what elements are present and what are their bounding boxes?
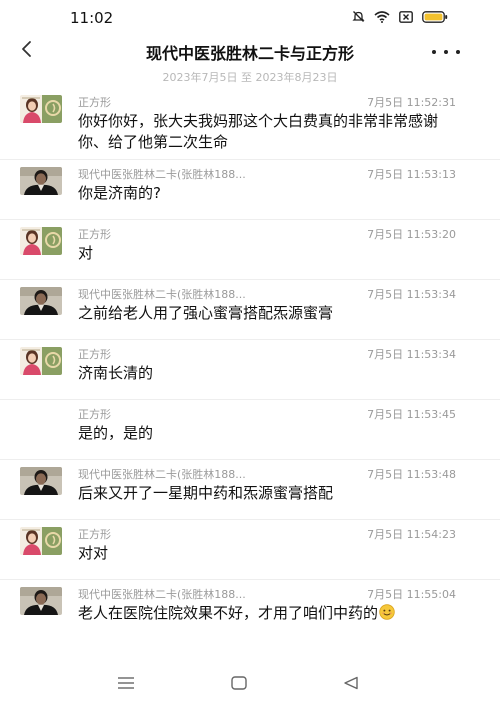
- message-text: 后来又开了一星期中药和炁源蜜膏搭配: [78, 484, 334, 502]
- message-item[interactable]: 正方形 7月5日 11:53:34 济南长清的: [0, 340, 500, 400]
- system-nav-bar: [0, 664, 500, 704]
- message-time: 7月5日 11:54:23: [367, 528, 456, 541]
- message-time: 7月5日 11:53:34: [367, 288, 456, 301]
- message-item[interactable]: 正方形 7月5日 11:53:45 是的，是的: [0, 400, 500, 460]
- message-text: 对对: [78, 544, 109, 562]
- mute-bell-icon: [352, 10, 365, 23]
- sender-name: 正方形: [78, 348, 111, 361]
- message-time: 7月5日 11:53:20: [367, 228, 456, 241]
- message-item[interactable]: 现代中医张胜林二卡(张胜林188... 7月5日 11:53:13 你是济南的?: [0, 160, 500, 220]
- sender-name: 现代中医张胜林二卡(张胜林188...: [78, 168, 246, 181]
- avatar-square[interactable]: [20, 527, 62, 555]
- more-button[interactable]: [432, 44, 460, 60]
- avatar-square[interactable]: [20, 95, 62, 123]
- message-time: 7月5日 11:53:48: [367, 468, 456, 481]
- nav-bar: 现代中医张胜林二卡与正方形: [0, 34, 500, 68]
- message-text: 老人在医院住院效果不好，才用了咱们中药的: [78, 603, 458, 624]
- home-button[interactable]: [228, 674, 250, 694]
- sim-icon: [399, 10, 413, 23]
- avatar-doctor[interactable]: [20, 467, 62, 495]
- message-item[interactable]: 现代中医张胜林二卡(张胜林188... 7月5日 11:55:04 老人在医院住…: [0, 580, 500, 652]
- message-text: 你好你好，张大夫我妈那这个大白费真的非常非常感谢你、给了他第二次生命: [78, 112, 439, 151]
- status-time: 11:02: [70, 9, 114, 27]
- message-text: 你是济南的?: [78, 184, 161, 202]
- status-icons: [352, 10, 448, 23]
- sender-name: 正方形: [78, 408, 111, 421]
- more-dot: [444, 50, 448, 54]
- sender-name: 正方形: [78, 228, 111, 241]
- menu-button[interactable]: [115, 674, 137, 694]
- message-item[interactable]: 现代中医张胜林二卡(张胜林188... 7月5日 11:53:48 后来又开了一…: [0, 460, 500, 520]
- message-time: 7月5日 11:53:13: [367, 168, 456, 181]
- avatar-square[interactable]: [20, 347, 62, 375]
- date-range: 2023年7月5日 至 2023年8月23日: [162, 71, 338, 84]
- message-text-body: 老人在医院住院效果不好，才用了咱们中药的: [78, 604, 379, 622]
- more-dot: [456, 50, 460, 54]
- smile-emoji-icon: [379, 604, 395, 620]
- sender-name: 正方形: [78, 528, 111, 541]
- triangle-back-icon: [343, 675, 359, 694]
- battery-icon: [422, 10, 448, 23]
- message-time: 7月5日 11:55:04: [367, 588, 456, 601]
- message-item[interactable]: 现代中医张胜林二卡(张胜林188... 7月5日 11:53:34 之前给老人用…: [0, 280, 500, 340]
- message-item[interactable]: 正方形 7月5日 11:52:31 你好你好，张大夫我妈那这个大白费真的非常非常…: [0, 88, 500, 160]
- sender-name: 正方形: [78, 96, 111, 109]
- message-text: 之前给老人用了强心蜜膏搭配炁源蜜膏: [78, 304, 334, 322]
- avatar-doctor[interactable]: [20, 287, 62, 315]
- avatar-square[interactable]: [20, 227, 62, 255]
- home-square-icon: [231, 675, 247, 694]
- message-text: 是的，是的: [78, 424, 154, 442]
- message-text: 对: [78, 244, 94, 262]
- message-time: 7月5日 11:52:31: [367, 96, 456, 109]
- more-dot: [432, 50, 436, 54]
- message-list: 正方形 7月5日 11:52:31 你好你好，张大夫我妈那这个大白费真的非常非常…: [0, 88, 500, 652]
- menu-icon: [117, 675, 135, 694]
- message-time: 7月5日 11:53:34: [367, 348, 456, 361]
- message-text: 济南长清的: [78, 364, 154, 382]
- message-item[interactable]: 正方形 7月5日 11:54:23 对对: [0, 520, 500, 580]
- status-bar: 11:02: [0, 0, 500, 34]
- sender-name: 现代中医张胜林二卡(张胜林188...: [78, 468, 246, 481]
- page-title: 现代中医张胜林二卡与正方形: [145, 44, 354, 63]
- message-time: 7月5日 11:53:45: [367, 408, 456, 421]
- back-nav-button[interactable]: [340, 674, 362, 694]
- avatar-doctor[interactable]: [20, 167, 62, 195]
- avatar-doctor[interactable]: [20, 587, 62, 615]
- message-item[interactable]: 正方形 7月5日 11:53:20 对: [0, 220, 500, 280]
- sender-name: 现代中医张胜林二卡(张胜林188...: [78, 588, 246, 601]
- sender-name: 现代中医张胜林二卡(张胜林188...: [78, 288, 246, 301]
- wifi-icon: [374, 10, 390, 23]
